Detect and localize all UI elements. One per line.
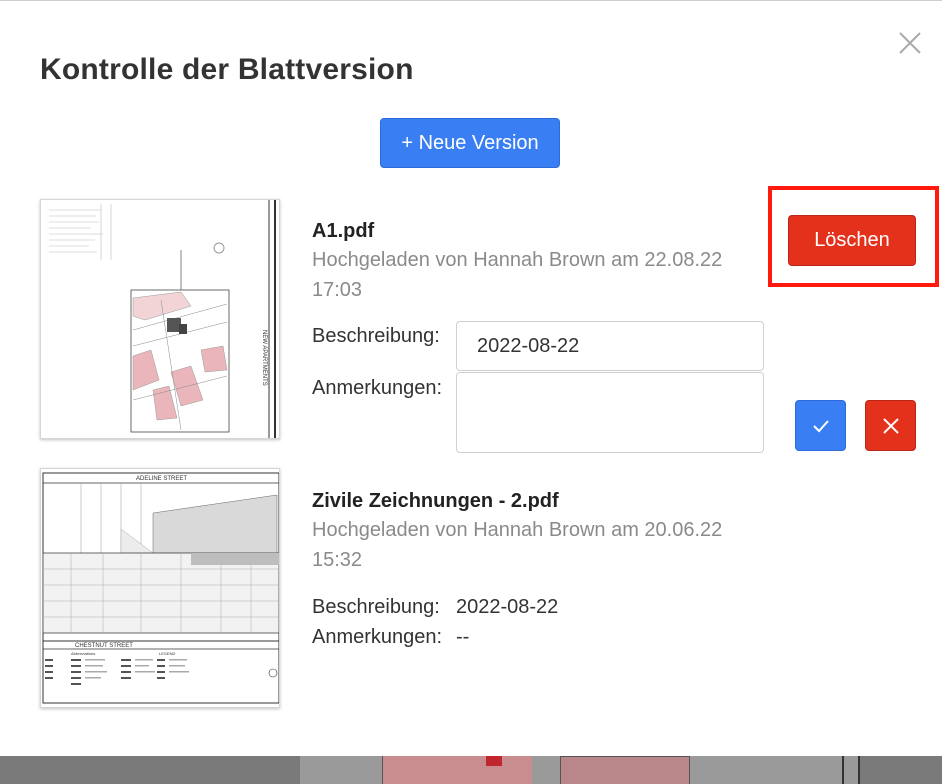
svg-text:Abbreviations: Abbreviations	[71, 651, 95, 656]
upload-info-time: 17:03	[312, 279, 363, 301]
dialog-title: Kontrolle der Blattversion	[40, 53, 414, 86]
version-thumbnail[interactable]: NEW APARTMENTS	[40, 199, 280, 439]
new-version-button[interactable]: + Neue Version	[380, 118, 560, 168]
version-file-name: Zivile Zeichnungen - 2.pdf	[312, 490, 559, 512]
notes-label: Anmerkungen:	[312, 377, 443, 399]
cancel-button[interactable]	[865, 400, 916, 451]
x-icon	[882, 417, 899, 434]
upload-info: Hochgeladen von Hannah Brown am 20.06.22…	[312, 515, 742, 575]
svg-text:LEGEND: LEGEND	[159, 651, 176, 656]
delete-button[interactable]: Löschen	[788, 215, 916, 266]
upload-info-line: Hochgeladen von Hannah Brown am 20.06.22	[312, 519, 723, 541]
svg-text:ADELINE STREET: ADELINE STREET	[136, 476, 187, 482]
svg-text:CHESTNUT STREET: CHESTNUT STREET	[75, 643, 133, 649]
upload-info-line: Hochgeladen von Hannah Brown am 22.08.22	[312, 249, 723, 271]
check-icon	[812, 419, 829, 432]
background-document	[0, 756, 942, 784]
svg-text:NEW APARTMENTS: NEW APARTMENTS	[261, 330, 267, 386]
description-input[interactable]: 2022-08-22	[456, 321, 764, 371]
version-thumbnail[interactable]: ADELINE STREET CHESTNUT STREET Abbreviat…	[40, 468, 280, 708]
close-icon[interactable]	[896, 29, 924, 57]
upload-info-time: 15:32	[312, 549, 363, 571]
version-control-dialog: Kontrolle der Blattversion + Neue Versio…	[0, 0, 942, 756]
description-label: Beschreibung:	[312, 596, 440, 618]
notes-value: --	[456, 626, 470, 648]
confirm-button[interactable]	[795, 400, 846, 451]
version-file-name: A1.pdf	[312, 220, 375, 242]
notes-input[interactable]	[456, 372, 764, 453]
notes-label: Anmerkungen:	[312, 626, 443, 648]
description-label: Beschreibung:	[312, 325, 440, 347]
upload-info: Hochgeladen von Hannah Brown am 22.08.22…	[312, 245, 742, 305]
description-value: 2022-08-22	[456, 596, 559, 618]
